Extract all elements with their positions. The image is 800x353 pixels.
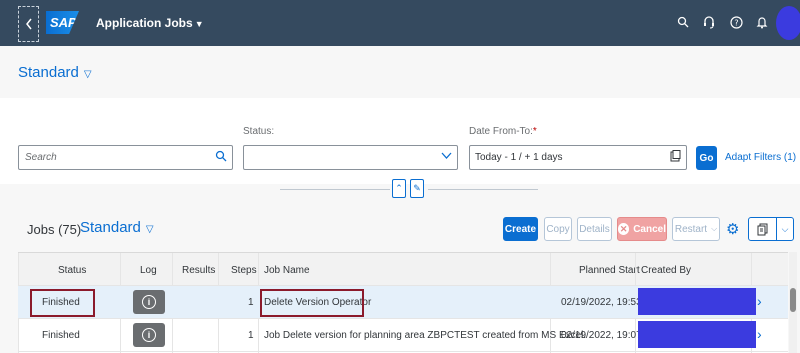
- info-icon: i: [142, 328, 156, 342]
- chevron-right-icon[interactable]: ›: [757, 326, 762, 342]
- search-placeholder: Search: [25, 152, 57, 163]
- date-label: Date From-To:*: [469, 126, 537, 137]
- chevron-down-icon: ▽: [145, 224, 154, 235]
- svg-text:?: ?: [734, 18, 738, 27]
- status-cell: Finished: [42, 330, 80, 341]
- column-header-results[interactable]: Results: [182, 265, 215, 276]
- planned-start-cell: 02/19/2022, 19:53: [561, 297, 642, 308]
- details-button[interactable]: Details: [577, 217, 612, 241]
- chevron-down-icon: ⌵: [711, 224, 718, 233]
- app-title: Application Jobs: [96, 16, 193, 30]
- divider: [280, 189, 390, 190]
- date-label-text: Date From-To:: [469, 126, 533, 137]
- job-name-cell: Job Delete version for planning area ZBP…: [264, 330, 587, 341]
- jobs-table: Status Log Results Steps Job Name Planne…: [18, 252, 788, 353]
- job-name-highlight-box: [260, 289, 364, 317]
- status-label: Status:: [243, 126, 275, 137]
- back-icon: [25, 18, 32, 30]
- export-icon[interactable]: [749, 218, 777, 240]
- restart-button[interactable]: Restart ⌵: [672, 217, 720, 241]
- info-icon: i: [142, 295, 156, 309]
- help-headset-icon[interactable]: [700, 13, 718, 31]
- filter-bar: Search Status: Date From-To:* Today - 1 …: [0, 98, 800, 198]
- search-icon[interactable]: [215, 150, 227, 165]
- scrollbar-thumb[interactable]: [790, 288, 796, 312]
- jobs-count-title: Jobs (75): [27, 222, 82, 237]
- table-row[interactable]: Finished i 1 Delete Version Operator 02/…: [18, 286, 788, 319]
- status-select[interactable]: [243, 145, 458, 170]
- chevron-down-icon[interactable]: ⌵: [777, 218, 793, 240]
- collapse-header-button[interactable]: ⌃: [392, 179, 406, 198]
- column-header-status[interactable]: Status: [58, 265, 86, 276]
- caret-down-icon: ▼: [194, 19, 204, 29]
- date-range-input[interactable]: Today - 1 / + 1 days: [469, 145, 687, 170]
- gear-icon[interactable]: ⚙: [726, 220, 739, 238]
- cancel-label: Cancel: [633, 223, 666, 235]
- log-button[interactable]: i: [133, 323, 165, 347]
- scrollbar[interactable]: [789, 252, 797, 353]
- sap-logo[interactable]: SAP: [46, 11, 79, 34]
- chevron-down-icon[interactable]: [441, 150, 452, 164]
- chevron-right-icon[interactable]: ›: [757, 293, 762, 309]
- variant-header: Standard ▽: [0, 46, 800, 98]
- pin-header-button[interactable]: ✎: [410, 179, 424, 198]
- close-icon: ✕: [618, 223, 630, 235]
- search-icon[interactable]: [674, 13, 692, 31]
- calendar-icon[interactable]: [670, 150, 681, 165]
- pin-icon: ✎: [413, 183, 421, 193]
- adapt-filters-link[interactable]: Adapt Filters (1): [725, 152, 796, 163]
- column-header-planned-start[interactable]: Planned Start: [579, 265, 640, 276]
- search-input[interactable]: Search: [18, 145, 233, 170]
- date-range-value: Today - 1 / + 1 days: [475, 152, 563, 163]
- log-button[interactable]: i: [133, 290, 165, 314]
- table-variant-title: Standard: [80, 219, 141, 236]
- restart-label: Restart: [674, 223, 708, 235]
- variant-title: Standard: [18, 64, 79, 81]
- status-highlight-box: [30, 289, 95, 317]
- steps-cell: 1: [248, 330, 254, 341]
- go-button[interactable]: Go: [696, 146, 717, 170]
- notification-icon[interactable]: [753, 13, 771, 31]
- column-header-steps[interactable]: Steps: [231, 265, 257, 276]
- shell-bar: SAP Application Jobs ▼ ?: [0, 0, 800, 46]
- table-row[interactable]: Finished i 1 Job Delete version for plan…: [18, 319, 788, 352]
- planned-start-cell: 02/19/2022, 19:07: [561, 330, 642, 341]
- variant-selector[interactable]: Standard ▽: [18, 64, 92, 81]
- created-by-redacted: [638, 321, 756, 348]
- chevron-up-icon: ⌃: [395, 183, 403, 193]
- column-header-log[interactable]: Log: [140, 265, 157, 276]
- chevron-down-icon: ▽: [83, 69, 92, 80]
- export-button[interactable]: ⌵: [748, 217, 794, 241]
- column-header-created-by[interactable]: Created By: [641, 265, 691, 276]
- cancel-job-button[interactable]: ✕ Cancel: [617, 217, 667, 241]
- created-by-redacted: [638, 288, 756, 315]
- steps-cell: 1: [248, 297, 254, 308]
- create-button[interactable]: Create: [503, 217, 538, 241]
- required-marker: *: [532, 126, 537, 137]
- app-title-menu[interactable]: Application Jobs ▼: [96, 16, 204, 30]
- table-variant-selector[interactable]: Standard ▽: [80, 219, 154, 236]
- back-button[interactable]: [18, 6, 39, 42]
- help-icon[interactable]: ?: [727, 13, 745, 31]
- copy-button[interactable]: Copy: [544, 217, 572, 241]
- table-header: Status Log Results Steps Job Name Planne…: [18, 253, 788, 286]
- column-header-job-name[interactable]: Job Name: [264, 265, 310, 276]
- divider: [428, 189, 538, 190]
- avatar[interactable]: [776, 6, 800, 40]
